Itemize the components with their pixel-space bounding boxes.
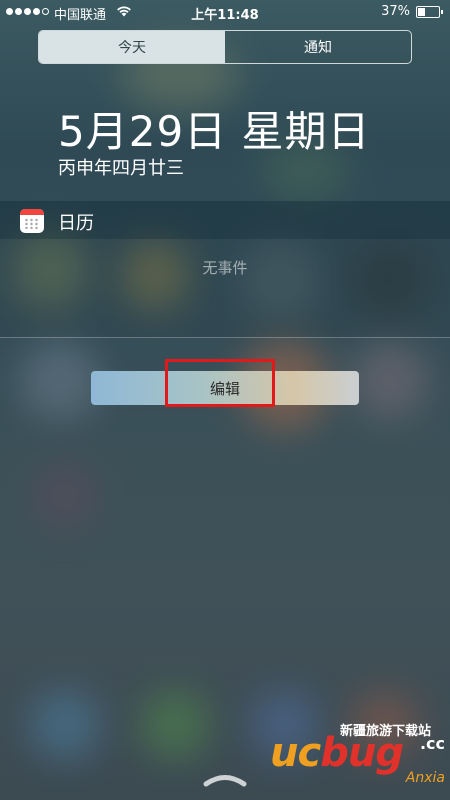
watermark-domain: .cc — [419, 734, 445, 753]
today-notifications-segment: 今天 通知 — [38, 30, 412, 64]
calendar-widget-body[interactable]: 无事件 — [0, 239, 450, 337]
tab-today[interactable]: 今天 — [39, 31, 225, 63]
widget-divider — [0, 337, 450, 338]
ucbug-watermark-logo: 新疆旅游下载站 ucbug .cc Anxia — [270, 720, 445, 795]
watermark-sub-text: Anxia — [405, 770, 445, 786]
status-bar: 中国联通 上午11:48 37% — [0, 0, 450, 24]
battery-percent: 37% — [381, 4, 410, 19]
watermark-brand: ucbug — [270, 730, 404, 776]
grabber-handle-icon[interactable] — [202, 772, 248, 787]
date-title: 5月29日 星期日 — [58, 107, 371, 156]
battery-icon — [416, 6, 443, 18]
calendar-widget-header[interactable]: 日历 — [0, 201, 450, 239]
calendar-icon — [20, 209, 44, 233]
edit-button[interactable]: 编辑 — [91, 371, 359, 405]
calendar-widget-title: 日历 — [58, 213, 94, 234]
lunar-date: 丙申年四月廿三 — [58, 158, 184, 179]
tab-notifications[interactable]: 通知 — [225, 31, 411, 63]
no-events-text: 无事件 — [202, 259, 248, 277]
